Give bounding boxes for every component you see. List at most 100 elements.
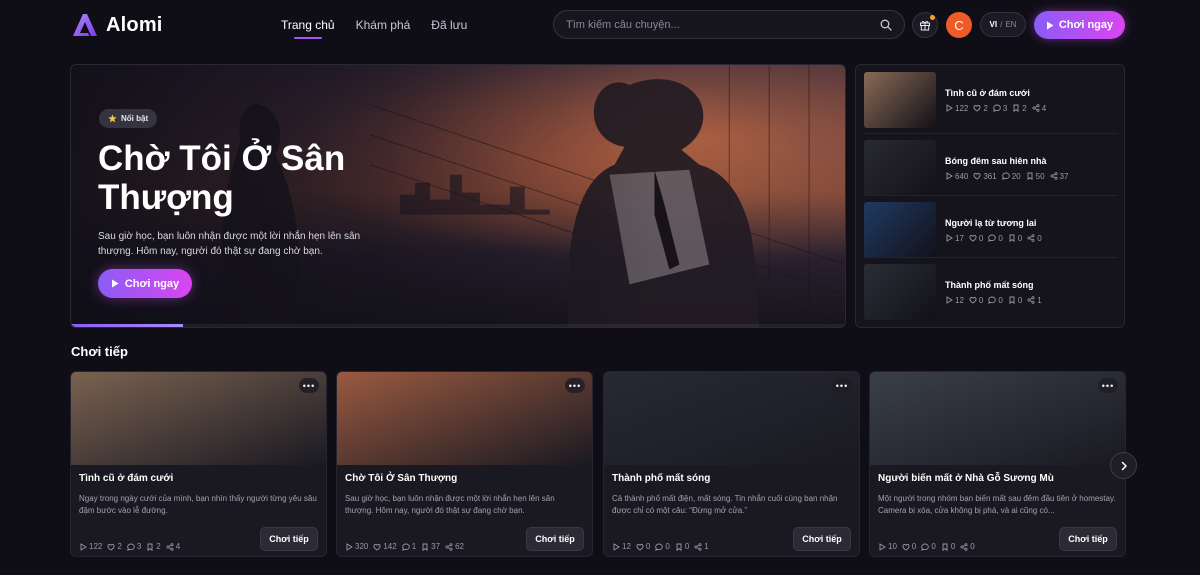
card-title: Người biến mất ở Nhà Gỗ Sương Mù [878, 473, 1054, 484]
carousel-next-button[interactable] [1110, 452, 1137, 479]
featured-badge: Nổi bật [99, 109, 158, 128]
continue-card[interactable]: ••• Tình cũ ở đám cưới Ngay trong ngày cướ… [70, 371, 327, 557]
share-icon [1050, 172, 1058, 180]
lang-en[interactable]: EN [1005, 20, 1016, 29]
side-list-divider [864, 195, 1118, 196]
heart-icon [969, 296, 977, 304]
more-options-button[interactable]: ••• [565, 378, 585, 393]
bookmark-icon [942, 543, 948, 551]
card-description: Ngay trong ngày cưới của mình, bạn nhìn … [79, 494, 317, 515]
gift-icon [920, 21, 930, 31]
stat-value: 3 [1002, 103, 1008, 113]
card-description: Sau giờ học, bạn luôn nhận được một lời … [345, 494, 555, 515]
continue-card[interactable]: ••• Thành phố mất sóng Cả thành phố mất đi… [603, 371, 860, 557]
notification-dot [930, 15, 935, 20]
hero-slide-progress [71, 324, 184, 327]
bookmark-icon [1027, 172, 1033, 180]
stat-play-count: 122 [945, 104, 968, 113]
share-icon [960, 542, 968, 551]
side-list-item[interactable]: Bóng đêm sau hiên nhà 640 361 20 50 37 [864, 140, 1118, 196]
side-list-item[interactable]: Thành phố mất sóng 12 0 0 0 1 [864, 264, 1118, 320]
stat-value: 17 [955, 233, 964, 243]
stat-heart: 361 [973, 172, 997, 181]
story-cover-image [870, 372, 1125, 465]
stat-value: 122 [955, 103, 969, 113]
featured-hero[interactable]: Nổi bật Chờ Tôi Ở Sân Thượng Sau giờ học… [70, 64, 846, 328]
side-item-info: Tình cũ ở đám cưới 122 2 3 2 4 [945, 88, 1046, 113]
heart-icon [969, 234, 977, 242]
stat-share: 4 [166, 542, 180, 551]
hero-play-button[interactable]: Chơi ngay [98, 269, 192, 298]
side-item-info: Bóng đêm sau hiên nhà 640 361 20 50 37 [945, 156, 1068, 181]
heart-icon [107, 543, 115, 551]
card-title: Tình cũ ở đám cưới [79, 473, 174, 484]
chevron-right-icon [1121, 461, 1127, 470]
stat-play-count: 640 [945, 172, 968, 181]
heart-icon [373, 543, 381, 551]
play-count-icon [879, 542, 886, 551]
stat-play-count: 17 [945, 234, 964, 243]
stat-play-count: 122 [79, 542, 102, 551]
story-title: Bóng đêm sau hiên nhà [945, 155, 1047, 166]
top-bar: Alomi Trang chủ Khám phá Đã lưu C VI / E… [0, 0, 1200, 50]
user-avatar[interactable]: C [946, 12, 972, 38]
nav-saved[interactable]: Đã lưu [431, 18, 467, 32]
stat-value: 0 [998, 233, 1003, 243]
nav-explore[interactable]: Khám phá [356, 18, 411, 32]
more-options-button[interactable]: ••• [299, 378, 319, 393]
stat-value: 0 [1037, 233, 1042, 243]
card-title: Chờ Tôi Ở Sân Thượng [345, 473, 458, 484]
comment-icon [988, 296, 997, 304]
side-item-info: Người lạ từ tương lai 17 0 0 0 0 [945, 218, 1042, 243]
play-count-icon [946, 172, 953, 180]
featured-badge-label: Nổi bật [121, 114, 149, 123]
stat-value: 0 [1017, 295, 1023, 305]
stat-value: 0 [931, 542, 936, 551]
more-options-button[interactable]: ••• [1098, 378, 1118, 393]
story-cover-image [71, 372, 326, 465]
comment-icon [655, 543, 664, 551]
side-item-info: Thành phố mất sóng 12 0 0 0 1 [945, 280, 1042, 305]
comment-icon [127, 543, 135, 551]
continue-play-button[interactable]: Chơi tiếp [260, 527, 318, 551]
stat-share: 0 [1027, 233, 1042, 243]
continue-play-button[interactable]: Chơi tiếp [793, 527, 851, 551]
story-thumbnail [864, 202, 936, 258]
more-options-button[interactable]: ••• [832, 378, 852, 393]
stat-bookmark: 50 [1026, 172, 1045, 181]
stat-value: 0 [911, 542, 917, 551]
stat-value: 50 [1035, 171, 1045, 181]
stat-comment: 0 [988, 233, 1003, 243]
gift-button[interactable] [912, 12, 938, 38]
stat-value: 0 [950, 542, 956, 551]
continue-card[interactable]: ••• Người biến mất ở Nhà Gỗ Sương Mù Một n… [869, 371, 1126, 557]
language-switcher[interactable]: VI / EN [980, 12, 1026, 37]
stat-value: 2 [156, 542, 161, 551]
brand-logo[interactable]: Alomi [70, 11, 163, 39]
continue-card[interactable]: ••• Chờ Tôi Ở Sân Thượng Sau giờ học, bạn … [336, 371, 593, 557]
lang-vi[interactable]: VI [990, 20, 998, 29]
side-list-item[interactable]: Người lạ từ tương lai 17 0 0 0 0 [864, 202, 1118, 258]
search-input[interactable] [566, 18, 880, 31]
continue-play-button[interactable]: Chơi tiếp [1059, 527, 1117, 551]
stat-comment: 3 [993, 104, 1007, 113]
side-list-item[interactable]: Tình cũ ở đám cưới 122 2 3 2 4 [864, 72, 1118, 128]
play-count-icon [946, 104, 953, 112]
stat-share: 1 [1027, 295, 1042, 305]
hero-title: Chờ Tôi Ở Sân Thượng [98, 139, 346, 217]
nav-home[interactable]: Trang chủ [281, 18, 335, 39]
stat-value: 1 [1037, 295, 1042, 305]
stat-bookmark: 2 [146, 542, 161, 551]
stat-value: 20 [1011, 171, 1021, 181]
continue-play-button[interactable]: Chơi tiếp [526, 527, 584, 551]
card-title: Thành phố mất sóng [612, 473, 711, 484]
story-stats: 640 361 20 50 37 [945, 172, 1068, 181]
bookmark-icon [1009, 234, 1015, 242]
search-box [553, 10, 905, 39]
comment-icon [401, 543, 410, 551]
stat-value: 62 [455, 542, 464, 551]
side-list-divider [864, 133, 1118, 134]
search-icon[interactable] [880, 19, 892, 31]
brand-name: Alomi [106, 13, 163, 36]
header-play-button[interactable]: Chơi ngay [1034, 11, 1125, 39]
